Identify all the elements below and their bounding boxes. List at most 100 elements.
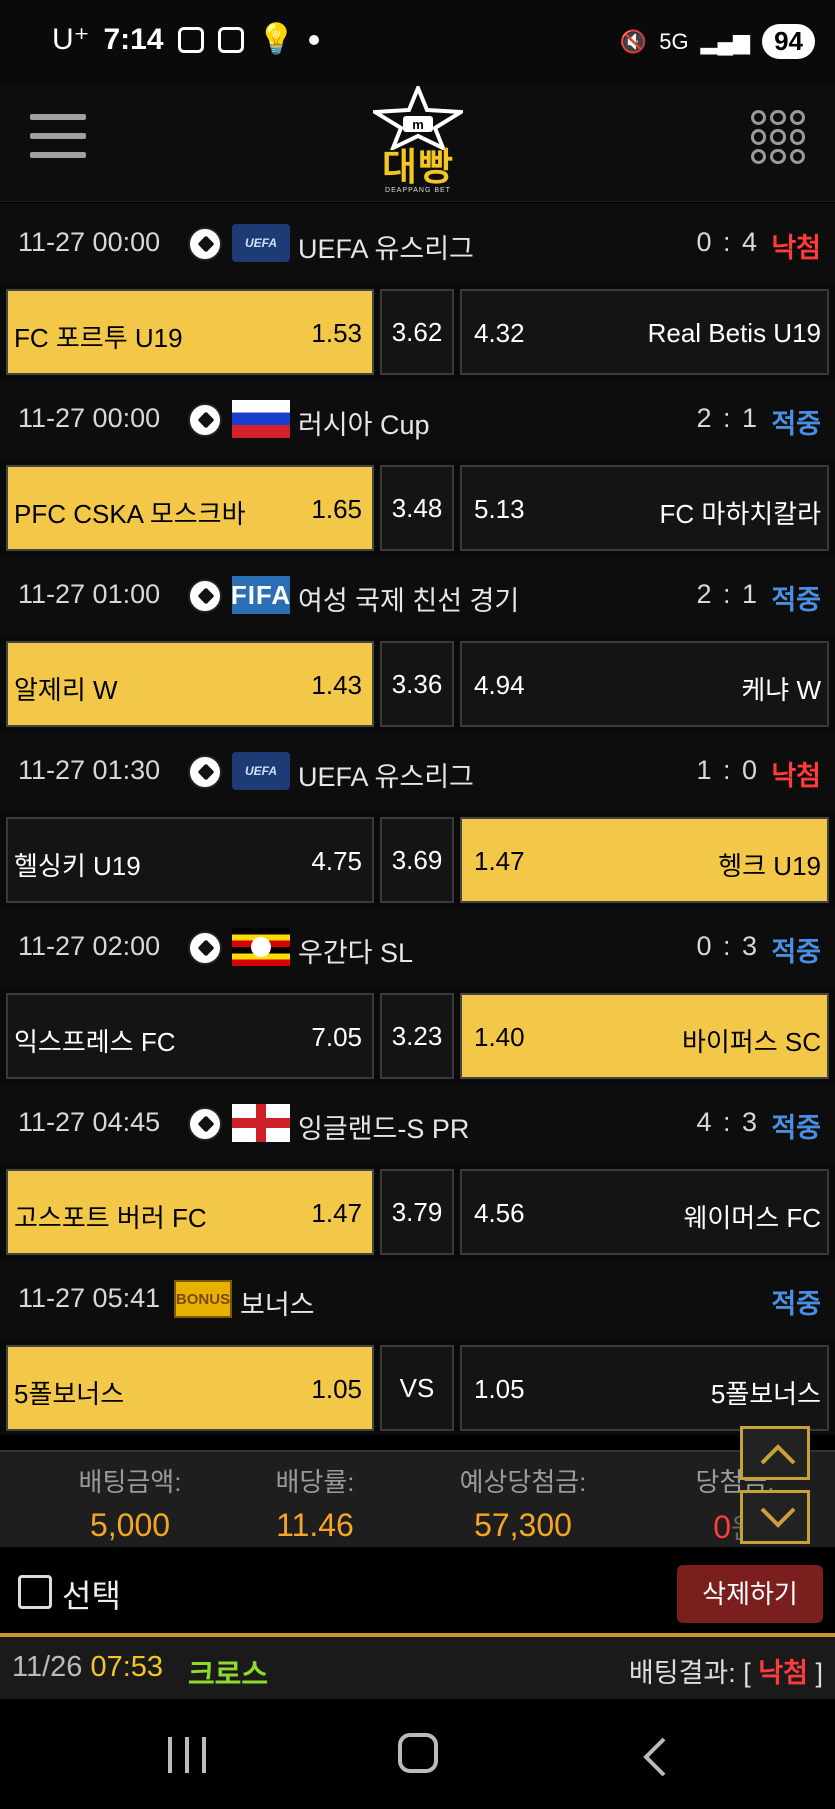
away-odd-value: 1.05 xyxy=(474,1374,525,1404)
home-odd-value: 1.47 xyxy=(311,1198,362,1228)
away-odds-button[interactable]: 4.32 Real Betis U19 xyxy=(460,289,829,375)
home-odd-value: 1.53 xyxy=(311,318,362,348)
odds-value: 11.46 xyxy=(276,1507,354,1543)
match-item: 11-27 04:45 잉글랜드-S PR 4 : 3 적중 고스포트 버러 F… xyxy=(0,1083,835,1259)
match-meta: 11-27 04:45 잉글랜드-S PR 4 : 3 적중 xyxy=(0,1083,835,1163)
expected-win-label: 예상당첨금: xyxy=(459,1467,587,1497)
odds-row: 5폴보너스 1.05 VS 1.05 5폴보너스 xyxy=(0,1339,835,1435)
bet-record-footer: 11/26 07:53 크로스 배팅결과: [ 낙첨 ] xyxy=(0,1633,835,1699)
soccer-ball-icon xyxy=(188,227,222,261)
bet-time: 07:53 xyxy=(90,1651,164,1683)
hamburger-menu-icon[interactable] xyxy=(30,114,86,158)
carrier-label: U⁺ xyxy=(52,23,90,56)
away-team-name: Real Betis U19 xyxy=(647,318,821,348)
bet-result-value: 낙첨 xyxy=(758,1658,808,1688)
back-icon[interactable] xyxy=(640,1735,670,1779)
chevron-down-icon xyxy=(760,1507,796,1528)
actions-bar: 선택 삭제하기 xyxy=(0,1547,835,1637)
match-item: 11-27 00:00 UEFA UEFA 유스리그 0 : 4 낙첨 FC 포… xyxy=(0,203,835,379)
home-odds-button[interactable]: 알제리 W 1.43 xyxy=(6,641,374,727)
logo-subtext: DEAPPANG BET xyxy=(385,187,451,194)
match-meta: 11-27 01:30 UEFA UEFA 유스리그 1 : 0 낙첨 xyxy=(0,731,835,811)
match-result-badge: 적중 xyxy=(771,1113,821,1143)
odds-row: FC 포르투 U19 1.53 3.62 4.32 Real Betis U19 xyxy=(0,283,835,379)
scroll-down-button[interactable] xyxy=(740,1490,810,1544)
home-odds-button[interactable]: 고스포트 버러 FC 1.47 xyxy=(6,1169,374,1255)
league-name: 우간다 SL xyxy=(298,938,414,968)
home-odds-button[interactable]: 익스프레스 FC 7.05 xyxy=(6,993,374,1079)
soccer-ball-icon xyxy=(188,755,222,789)
star-logo-icon: m xyxy=(368,82,468,153)
select-checkbox[interactable] xyxy=(18,1575,52,1609)
away-odds-button[interactable]: 1.47 헹크 U19 xyxy=(460,817,829,903)
expected-win-value: 57,300 xyxy=(474,1507,572,1543)
home-odds-button[interactable]: FC 포르투 U19 1.53 xyxy=(6,289,374,375)
match-meta: 11-27 01:00 FIFA 여성 국제 친선 경기 2 : 1 적중 xyxy=(0,555,835,635)
league-name: UEFA 유스리그 xyxy=(298,762,474,792)
match-date: 11-27 01:30 xyxy=(18,755,161,785)
away-odds-button[interactable]: 4.56 웨이머스 FC xyxy=(460,1169,829,1255)
match-meta: 11-27 05:41 BONUS 보너스 적중 xyxy=(0,1259,835,1339)
brand-logo[interactable]: m 대빵 DEAPPANG BET xyxy=(360,82,476,202)
draw-odds-button[interactable]: 3.62 xyxy=(380,289,454,375)
mute-icon: 🔇 xyxy=(619,28,648,54)
away-odds-button[interactable]: 1.05 5폴보너스 xyxy=(460,1345,829,1431)
app-grid-icon[interactable] xyxy=(751,110,805,164)
away-team-name: 웨이머스 FC xyxy=(683,1203,821,1233)
odds-row: 알제리 W 1.43 3.36 4.94 케냐 W xyxy=(0,635,835,731)
away-odd-value: 5.13 xyxy=(474,494,525,524)
draw-odds-button[interactable]: 3.23 xyxy=(380,993,454,1079)
home-odds-button[interactable]: 헬싱키 U19 4.75 xyxy=(6,817,374,903)
delete-button[interactable]: 삭제하기 xyxy=(677,1565,823,1623)
soccer-ball-icon xyxy=(188,1107,222,1141)
notification-icon xyxy=(177,26,204,53)
soccer-ball-icon xyxy=(188,403,222,437)
clock: 7:14 xyxy=(103,22,164,56)
uefa-flag-icon: UEFA xyxy=(232,224,290,262)
match-meta: 11-27 00:00 UEFA UEFA 유스리그 0 : 4 낙첨 xyxy=(0,203,835,283)
soccer-ball-icon xyxy=(188,931,222,965)
home-team-name: PFC CSKA 모스크바 xyxy=(14,499,246,529)
bet-summary: 배팅금액: 5,000 배당률: 11.46 예상당첨금: 57,300 당첨금… xyxy=(0,1426,835,1547)
bulb-icon: 💡 xyxy=(257,23,295,56)
status-bar: U⁺ 7:14 💡 🔇 5G ▂▄▆ 94 xyxy=(0,0,835,84)
away-odd-value: 1.40 xyxy=(474,1022,525,1052)
uefa-flag-icon: UEFA xyxy=(232,752,290,790)
match-date: 11-27 05:41 xyxy=(18,1283,161,1313)
bet-amount-value: 5,000 xyxy=(89,1507,171,1543)
bonus-badge-icon: BONUS xyxy=(174,1280,232,1318)
fifa-flag-icon: FIFA xyxy=(232,576,290,614)
logo-text: 대빵 xyxy=(382,147,454,189)
recent-apps-icon[interactable] xyxy=(168,1737,206,1773)
away-team-name: 헹크 U19 xyxy=(718,851,821,881)
home-team-name: 5폴보너스 xyxy=(14,1379,125,1409)
draw-odds-button[interactable]: 3.69 xyxy=(380,817,454,903)
league-name: UEFA 유스리그 xyxy=(298,234,474,264)
england-flag-icon xyxy=(232,1104,290,1142)
match-meta: 11-27 00:00 러시아 Cup 2 : 1 적중 xyxy=(0,379,835,459)
away-team-name: 케냐 W xyxy=(741,675,821,705)
draw-odds-button[interactable]: VS xyxy=(380,1345,454,1431)
home-odds-button[interactable]: 5폴보너스 1.05 xyxy=(6,1345,374,1431)
bonus-badge-text: BONUS xyxy=(175,1290,231,1308)
app-header: m 대빵 DEAPPANG BET xyxy=(0,82,835,202)
away-odds-button[interactable]: 5.13 FC 마하치칼라 xyxy=(460,465,829,551)
scroll-up-button[interactable] xyxy=(740,1426,810,1480)
match-date: 11-27 04:45 xyxy=(18,1107,161,1137)
match-score: 2 : 1 xyxy=(696,579,759,609)
home-odds-button[interactable]: PFC CSKA 모스크바 1.65 xyxy=(6,465,374,551)
away-team-name: 바이퍼스 SC xyxy=(681,1027,821,1057)
match-result-badge: 적중 xyxy=(771,937,821,967)
draw-odds-button[interactable]: 3.79 xyxy=(380,1169,454,1255)
network-label: 5G xyxy=(659,28,689,54)
draw-odds-button[interactable]: 3.36 xyxy=(380,641,454,727)
away-odds-button[interactable]: 1.40 바이퍼스 SC xyxy=(460,993,829,1079)
home-icon[interactable] xyxy=(398,1733,438,1773)
draw-odds-button[interactable]: 3.48 xyxy=(380,465,454,551)
home-team-name: 익스프레스 FC xyxy=(14,1027,176,1057)
league-name: 잉글랜드-S PR xyxy=(298,1114,470,1144)
away-odds-button[interactable]: 4.94 케냐 W xyxy=(460,641,829,727)
match-result-badge: 낙첨 xyxy=(771,761,821,791)
soccer-ball-icon xyxy=(188,579,222,613)
home-team-name: 알제리 W xyxy=(14,675,118,705)
